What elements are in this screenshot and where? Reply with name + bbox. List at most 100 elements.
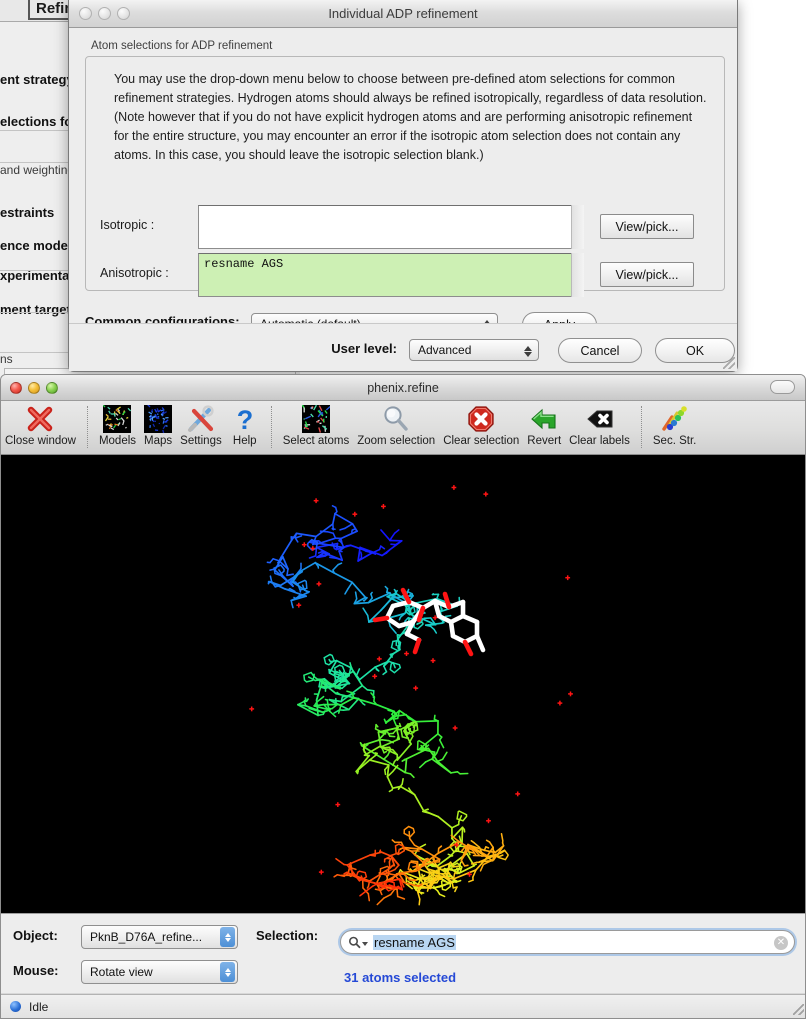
toolbar-label: Sec. Str. [653, 435, 696, 447]
dialog-titlebar[interactable]: Individual ADP refinement [69, 0, 737, 28]
viewer-window-controls[interactable] [10, 382, 58, 394]
red-octagon-x-icon [466, 404, 496, 434]
atoms-selected-count: 31 atoms selected [344, 970, 456, 985]
chevron-updown-icon [220, 962, 235, 982]
bg-row-3: estraints [0, 205, 54, 220]
minimize-button-inactive[interactable] [98, 7, 111, 20]
toolbar-select-atoms[interactable]: Select atoms [279, 404, 353, 447]
object-dropdown[interactable]: PknB_D76A_refine... [81, 925, 238, 949]
anisotropic-view-pick-button[interactable]: View/pick... [600, 262, 694, 287]
close-button[interactable] [10, 382, 22, 394]
toolbar-revert[interactable]: Revert [523, 404, 565, 447]
dialog-window-controls[interactable] [79, 7, 130, 20]
toolbar-zoom-selection[interactable]: Zoom selection [353, 404, 439, 447]
mouse-mode-value: Rotate view [90, 965, 153, 979]
selection-search-field[interactable]: resname AGS ✕ [340, 930, 795, 954]
mouse-label: Mouse: [13, 963, 59, 978]
phenix-refine-viewer-window: phenix.refine Close window Models Maps Set… [0, 374, 806, 1019]
dialog-footer: User level: Advanced Cancel OK [69, 323, 737, 371]
toolbar-label: Revert [527, 435, 561, 447]
anisotropic-input[interactable]: resname AGS [198, 253, 584, 297]
close-button-inactive[interactable] [79, 7, 92, 20]
selection-search-value[interactable]: resname AGS [373, 935, 456, 950]
clear-search-icon[interactable]: ✕ [774, 936, 788, 950]
object-value: PknB_D76A_refine... [90, 930, 202, 944]
search-icon [348, 936, 368, 949]
zoom-button-inactive[interactable] [117, 7, 130, 20]
object-label: Object: [13, 928, 58, 943]
screen: ta Refinem Output ent strategy elections… [0, 0, 806, 1019]
bg-row-0: ent strategy [0, 72, 74, 87]
help-text: You may use the drop-down menu below to … [114, 70, 710, 165]
chevron-updown-icon [522, 342, 534, 360]
viewer-toolbar: Close windowModelsMaps Settings?HelpSele… [1, 401, 805, 455]
resize-grip-icon[interactable] [723, 357, 735, 369]
user-level-dropdown[interactable]: Advanced [409, 339, 539, 361]
screwdriver-wrench-icon [186, 404, 216, 434]
resize-grip-icon[interactable] [793, 1004, 804, 1015]
toolbar-label: Zoom selection [357, 435, 435, 447]
toolbar-settings[interactable]: Settings [176, 404, 226, 447]
bg-row-1: elections for [0, 114, 77, 129]
toolbar-clear-selection[interactable]: Clear selection [439, 404, 523, 447]
toolbar-label: Models [99, 435, 136, 447]
blue-question-mark-icon: ? [230, 404, 260, 434]
selection-label: Selection: [256, 928, 318, 943]
toolbar-sec-str[interactable]: Sec. Str. [649, 404, 700, 447]
mouse-mode-dropdown[interactable]: Rotate view [81, 960, 238, 984]
secondary-structure-icon [660, 404, 690, 434]
toolbar-maps[interactable]: Maps [140, 404, 176, 447]
zoom-button[interactable] [46, 382, 58, 394]
isotropic-view-pick-button[interactable]: View/pick... [600, 214, 694, 239]
molecular-stick-model [1, 455, 806, 913]
isotropic-field-row: Isotropic : View/pick... [86, 205, 726, 249]
atom-selections-groupbox: You may use the drop-down menu below to … [85, 56, 725, 291]
toolbar-clear-labels[interactable]: Clear labels [565, 404, 634, 447]
toolbar-label: Settings [180, 435, 222, 447]
minimize-button[interactable] [28, 382, 40, 394]
toolbar-separator [271, 406, 272, 448]
toolbar-label: Clear labels [569, 435, 630, 447]
dialog-body: Atom selections for ADP refinement You m… [69, 28, 737, 371]
isotropic-scrollbar[interactable] [571, 205, 584, 249]
bg-row-2: and weighting [0, 163, 74, 177]
cancel-button[interactable]: Cancel [558, 338, 642, 363]
user-level-value: Advanced [418, 343, 471, 357]
viewer-title: phenix.refine [367, 381, 439, 395]
bg-row-6: ment target [0, 302, 71, 317]
anisotropic-scrollbar[interactable] [571, 253, 584, 297]
toolbar-models[interactable]: Models [95, 404, 140, 447]
viewer-statusbar: Idle [1, 994, 806, 1018]
toolbar-label: Close window [5, 435, 76, 447]
status-indicator-icon [10, 1001, 21, 1012]
individual-adp-refinement-dialog: Individual ADP refinement Atom selection… [68, 0, 738, 372]
toolbar-close-window[interactable]: Close window [1, 404, 80, 447]
toolbar-label: Clear selection [443, 435, 519, 447]
black-arrow-x-icon [585, 404, 615, 434]
toolbar-label: Maps [144, 435, 172, 447]
isotropic-label: Isotropic : [100, 218, 154, 232]
magnifier-icon [381, 404, 411, 434]
toolbar-label: Help [233, 435, 257, 447]
toolbar-separator [641, 406, 642, 448]
viewer-titlebar[interactable]: phenix.refine [1, 375, 805, 401]
maps-thumbnail-icon [144, 404, 172, 434]
bg-row-7: ns [0, 352, 13, 366]
select-atoms-thumbnail-icon [302, 404, 330, 434]
toolbar-help[interactable]: ?Help [226, 404, 264, 447]
anisotropic-label: Anisotropic : [100, 266, 169, 280]
models-thumbnail-icon [103, 404, 131, 434]
toggle-toolbar-button[interactable] [770, 380, 795, 394]
status-text: Idle [29, 1000, 48, 1014]
anisotropic-field-row: Anisotropic : resname AGS View/pick... [86, 253, 726, 297]
svg-text:?: ? [236, 405, 253, 434]
toolbar-label: Select atoms [283, 435, 349, 447]
molecular-3d-canvas[interactable] [1, 455, 806, 913]
groupbox-caption: Atom selections for ADP refinement [91, 40, 272, 52]
red-x-icon [25, 404, 55, 434]
toolbar-separator [87, 406, 88, 448]
chevron-updown-icon [220, 927, 235, 947]
green-left-arrow-icon [529, 404, 559, 434]
isotropic-input[interactable] [198, 205, 584, 249]
user-level-label: User level: [331, 341, 397, 356]
